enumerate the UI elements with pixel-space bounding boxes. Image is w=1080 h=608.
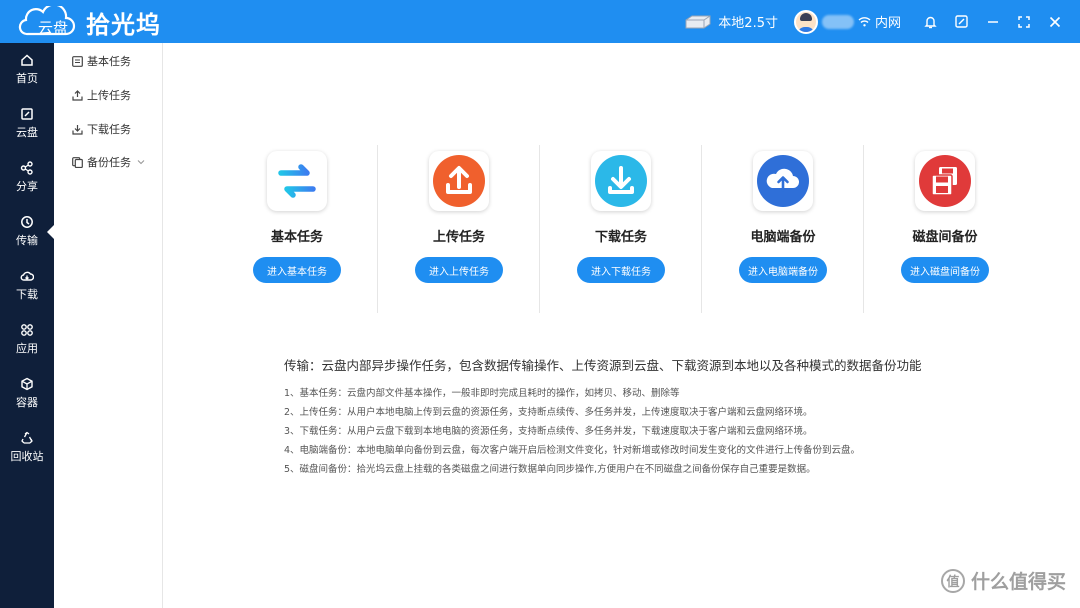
transfer-icon [21,215,33,228]
nav-item-cloud-disk[interactable]: 云盘 [0,99,54,147]
drive-label[interactable]: 本地2.5寸 [718,12,778,31]
nav-label: 回收站 [10,449,44,463]
app-logo: 云盘 拾光坞 [16,5,161,39]
recycle-icon [21,431,33,444]
card-pc-backup: 电脑端备份 进入电脑端备份 [702,43,864,283]
nav-item-recycle-bin[interactable]: 回收站 [0,423,54,471]
container-icon [21,377,33,390]
watermark-logo-icon: 值 [940,568,965,593]
backup-copy-icon [72,156,83,168]
nav-item-download[interactable]: 下载 [0,261,54,309]
card-title: 上传任务 [432,230,485,245]
card-upload-task: 上传任务 进入上传任务 [378,43,540,283]
download-icon [72,124,83,135]
nav-label: 传输 [16,233,38,247]
nav-label: 首页 [16,71,38,85]
enter-basic-task-button[interactable]: 进入基本任务 [253,257,341,283]
submenu-item-upload-task[interactable]: 上传任务 [72,85,131,105]
cloud-logo-icon: 云盘 [16,6,80,38]
nav-item-transfer[interactable]: 传输 [0,207,54,255]
title-bar-right: 本地2.5寸 内网 [684,0,1080,43]
maximize-icon[interactable] [1008,0,1039,43]
card-title: 磁盘间备份 [912,230,978,245]
cloud-upload-icon[interactable] [753,151,813,211]
hard-drive-icon[interactable] [684,14,712,30]
submenu-label: 上传任务 [87,89,131,102]
description-line: 4、电脑端备份：本地电脑单向备份到云盘，每次客户端开启后检测文件变化，针对新增或… [284,445,861,456]
floppy-icon[interactable] [915,151,975,211]
submenu-label: 下载任务 [87,123,131,136]
card-disk-backup: 磁盘间备份 进入磁盘间备份 [864,43,1026,283]
nav-item-apps[interactable]: 应用 [0,315,54,363]
app-name: 拾光坞 [86,10,161,39]
card-title: 电脑端备份 [750,230,816,245]
nav-label: 应用 [16,341,38,355]
enter-pc-backup-button[interactable]: 进入电脑端备份 [739,257,827,283]
smzdm-watermark: 值 什么值得买 [940,567,1066,594]
nav-item-share[interactable]: 分享 [0,153,54,201]
enter-disk-backup-button[interactable]: 进入磁盘间备份 [901,257,989,283]
nav-label: 分享 [16,179,38,193]
enter-upload-task-button[interactable]: 进入上传任务 [415,257,503,283]
nav-item-container[interactable]: 容器 [0,369,54,417]
submenu-item-basic-task[interactable]: 基本任务 [72,51,131,71]
home-icon [21,53,33,66]
nav-label: 容器 [16,395,38,409]
submenu-item-backup-task[interactable]: 备份任务 [72,152,149,172]
nav-label: 下载 [16,287,38,301]
card-title: 下载任务 [594,230,647,245]
card-basic-task: 基本任务 进入基本任务 [216,43,378,283]
wifi-icon [858,17,871,27]
submenu-item-download-task[interactable]: 下载任务 [72,119,131,139]
nav-item-home[interactable]: 首页 [0,45,54,93]
close-icon[interactable] [1039,0,1070,43]
logo-cloud-text: 云盘 [38,19,69,37]
card-download-task: 下载任务 进入下载任务 [540,43,702,283]
watermark-text: 什么值得买 [970,571,1066,593]
share-icon [20,160,33,175]
username-blurred[interactable] [821,14,854,29]
download-icon[interactable] [591,151,651,211]
upload-icon[interactable] [429,151,489,211]
submenu-label: 备份任务 [87,156,131,169]
title-bar: 云盘 拾光坞 本地2.5寸 内网 [0,0,1080,43]
description-line: 5、磁盘间备份：拾光坞云盘上挂载的各类磁盘之间进行数据单向同步操作,方便用户在不… [284,464,816,475]
apps-icon [21,323,33,336]
cloud-disk-icon [21,107,33,120]
download-cloud-icon [20,271,34,281]
user-avatar[interactable] [793,9,818,34]
network-label[interactable]: 内网 [875,12,901,31]
left-nav: 首页 云盘 分享 传输 下载 应用 容器 回收站 [0,43,54,608]
main-content: 基本任务 进入基本任务 上传任务 进入上传任务 下载任务 进入下载任务 电脑端备… [164,43,1080,608]
task-list-icon [72,55,83,67]
transfer-submenu: 基本任务 上传任务 下载任务 备份任务 [54,43,163,608]
active-indicator [47,225,54,239]
upload-icon [72,89,83,101]
transfer-description-list: 1、基本任务：云盘内部文件基本操作，一般非即时完成且耗时的操作，如拷贝、移动、删… [284,384,860,479]
swap-arrows-icon[interactable] [267,151,327,211]
description-line: 3、下载任务：从用户云盘下载到本地电脑的资源任务，支持断点续传、多任务并发，下载… [284,426,813,437]
description-line: 1、基本任务：云盘内部文件基本操作，一般非即时完成且耗时的操作，如拷贝、移动、删… [284,388,680,399]
description-line: 2、上传任务：从用户本地电脑上传到云盘的资源任务，支持断点续传、多任务并发，上传… [284,407,813,418]
screenshot-icon[interactable] [946,0,977,43]
nav-label: 云盘 [16,125,38,139]
minimize-icon[interactable] [977,0,1008,43]
chevron-down-icon [137,160,145,165]
card-title: 基本任务 [270,230,323,245]
enter-download-task-button[interactable]: 进入下载任务 [577,257,665,283]
notification-bell-icon[interactable] [915,0,946,43]
transfer-description-heading: 传输：云盘内部异步操作任务，包含数据传输操作、上传资源到云盘、下载资源到本地以及… [284,358,922,373]
submenu-label: 基本任务 [87,55,131,68]
